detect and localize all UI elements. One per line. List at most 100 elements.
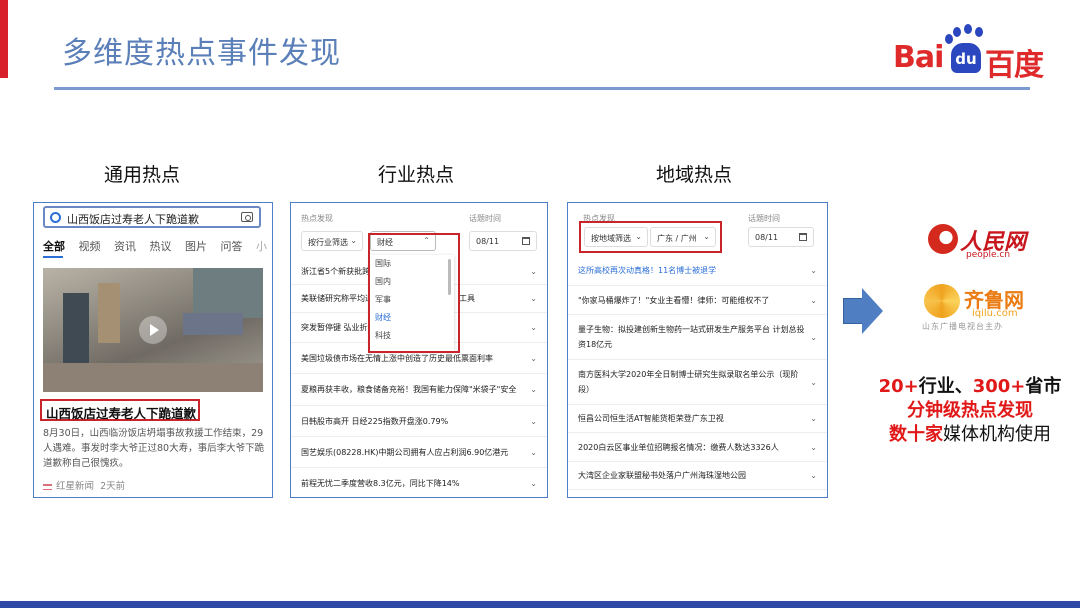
paw-toe-2 bbox=[964, 24, 972, 34]
list-item[interactable]: "你家马桶爆炸了！"女业主看懵！律师：可能维权不了 ⌄ bbox=[568, 286, 827, 315]
region-filter-value: 按地域筛选 bbox=[591, 234, 631, 243]
chevron-down-icon: ⌄ bbox=[810, 442, 817, 452]
thumbnail-ground bbox=[43, 363, 263, 392]
date-picker[interactable]: 08/11 bbox=[469, 231, 537, 251]
list-item[interactable]: 恒昌公司恒生活AT智能货柜荣登广东卫视 ⌄ bbox=[568, 405, 827, 433]
stats-summary: 20+行业、300+省市 分钟级热点发现 数十家媒体机构使用 bbox=[870, 375, 1070, 447]
list-item[interactable]: 这所高校再次动真格！11名博士被退学 ⌄ bbox=[568, 256, 827, 286]
news-source: 红星新闻 2天前 bbox=[43, 478, 125, 492]
logo-text-baidu: 百度 bbox=[985, 48, 1044, 83]
stats-line-1: 20+行业、300+省市 bbox=[878, 376, 1062, 397]
heading-industry: 行业热点 bbox=[378, 164, 455, 186]
news-video-thumbnail[interactable] bbox=[43, 268, 263, 392]
region-select[interactable]: 广东 / 广州 ⌄ bbox=[650, 227, 716, 247]
title-divider bbox=[54, 87, 1030, 90]
stats-line-3: 数十家媒体机构使用 bbox=[889, 424, 1051, 445]
tab-video[interactable]: 视频 bbox=[79, 238, 101, 254]
list-item[interactable]: 大湾区企业家联盟秘书处落户广州海珠湿地公园 ⌄ bbox=[568, 462, 827, 490]
chevron-down-icon: ⌄ bbox=[810, 377, 817, 387]
people-url: people.cn bbox=[966, 250, 1011, 260]
chevron-down-icon: ⌄ bbox=[530, 447, 537, 457]
red-corner-accent bbox=[0, 0, 8, 78]
list-item[interactable]: 国艺娱乐(08228.HK)中期公司拥有人应占利润6.90亿港元 ⌄ bbox=[291, 437, 547, 468]
thumbnail-stretcher bbox=[183, 313, 243, 335]
chevron-down-icon: ⌄ bbox=[810, 332, 817, 342]
thumbnail-building bbox=[193, 268, 263, 318]
play-icon[interactable] bbox=[139, 316, 167, 344]
source-name: 红星新闻 bbox=[56, 481, 95, 492]
chevron-down-icon: ⌄ bbox=[810, 414, 817, 423]
list-item[interactable]: 前程无忧二季度营收8.3亿元，同比下降14% ⌄ bbox=[291, 468, 547, 497]
date-picker[interactable]: 08/11 bbox=[748, 227, 814, 247]
baidu-logo: Bai du 百度 bbox=[893, 24, 1061, 83]
tab-all[interactable]: 全部 bbox=[43, 238, 65, 254]
chevron-down-icon: ⌄ bbox=[810, 471, 817, 480]
chevron-down-icon: ⌄ bbox=[703, 232, 710, 241]
people-emblem-icon bbox=[928, 224, 958, 254]
page-title: 多维度热点事件发现 bbox=[62, 36, 341, 71]
logo-du-paw: du bbox=[951, 43, 981, 73]
logo-text-bai: Bai bbox=[893, 40, 944, 75]
date-value: 08/11 bbox=[755, 233, 779, 242]
general-hotspot-panel: 山西饭店过寿老人下跪道歉 全部 视频 资讯 热议 图片 问答 小 山西饭店过寿老… bbox=[33, 202, 273, 498]
calendar-icon bbox=[522, 237, 530, 245]
chevron-down-icon: ⌄ bbox=[530, 323, 537, 332]
iqilu-subtitle: 山东广播电视台主办 bbox=[922, 322, 1003, 331]
chevron-down-icon: ⌄ bbox=[530, 416, 537, 426]
region-hotspot-list: 这所高校再次动真格！11名博士被退学 ⌄ "你家马桶爆炸了！"女业主看懵！律师：可… bbox=[568, 256, 827, 490]
calendar-icon bbox=[799, 233, 807, 241]
list-item[interactable]: 日韩股市高开 日经225指数开盘涨0.79% ⌄ bbox=[291, 406, 547, 437]
chevron-down-icon: ⌄ bbox=[530, 385, 537, 394]
paw-toe-4 bbox=[945, 34, 953, 44]
search-tabs: 全部 视频 资讯 热议 图片 问答 小 bbox=[43, 238, 268, 254]
list-item[interactable]: 夏粮再获丰收，粮食储备充裕！我国有能力保障"米袋子"安全 ⌄ bbox=[291, 374, 547, 406]
heading-region: 地域热点 bbox=[656, 164, 733, 186]
filter-label: 热点发现 bbox=[301, 214, 333, 223]
industry-filter-select[interactable]: 按行业筛选 ⌄ bbox=[301, 231, 363, 251]
tab-news[interactable]: 资讯 bbox=[114, 238, 136, 254]
iqilu-logo: 齐鲁网 iqilu.com 山东广播电视台主办 bbox=[922, 282, 1052, 332]
arrow-shaft bbox=[843, 298, 863, 324]
source-time: 2天前 bbox=[100, 481, 126, 492]
slide: { "slide": { "title": "多维度热点事件发现", "logo… bbox=[0, 0, 1080, 608]
source-logo-icon bbox=[43, 483, 52, 490]
stats-line-2: 分钟级热点发现 bbox=[907, 400, 1033, 421]
category-highlight-box bbox=[368, 233, 460, 353]
baidu-paw-icon bbox=[50, 212, 61, 223]
camera-icon[interactable] bbox=[241, 212, 253, 222]
active-tab-indicator bbox=[43, 256, 63, 258]
headline-highlight: 山西饭店过寿老人下跪道歉 bbox=[40, 399, 200, 421]
heading-general: 通用热点 bbox=[104, 164, 181, 186]
tab-images[interactable]: 图片 bbox=[185, 238, 207, 254]
news-description: 8月30日，山西临汾饭店坍塌事故救援工作结束，29人遇难。事发时李大爷正过80大… bbox=[43, 428, 265, 469]
right-arrow-icon bbox=[843, 288, 883, 334]
thumbnail-person-2 bbox=[98, 283, 120, 343]
chevron-down-icon: ⌄ bbox=[530, 294, 537, 303]
tab-qa[interactable]: 问答 bbox=[221, 238, 243, 254]
search-value: 山西饭店过寿老人下跪道歉 bbox=[67, 213, 199, 226]
tab-discussion[interactable]: 热议 bbox=[150, 238, 172, 254]
chevron-down-icon: ⌄ bbox=[635, 232, 642, 241]
thumbnail-person-1 bbox=[63, 293, 89, 363]
region-hotspot-panel: 热点发现 话题时间 按地域筛选 ⌄ 广东 / 广州 ⌄ 08/11 这所高校再次… bbox=[567, 202, 828, 498]
tab-more[interactable]: 小 bbox=[256, 238, 267, 254]
list-item[interactable]: 南方医科大学2020年全日制博士研究生拟录取名单公示（现阶段） ⌄ bbox=[568, 360, 827, 405]
time-label: 话题时间 bbox=[748, 214, 780, 223]
list-item[interactable]: 2020白云区事业单位招聘报名情况：缴费人数达3326人 ⌄ bbox=[568, 433, 827, 462]
people-daily-logo: 人民网 people.cn bbox=[922, 220, 1052, 264]
time-label: 话题时间 bbox=[469, 214, 501, 223]
chevron-down-icon: ⌄ bbox=[530, 478, 537, 488]
list-item[interactable]: 量子生物：拟投建创新生物药一站式研发生产服务平台 计划总投资18亿元 ⌄ bbox=[568, 315, 827, 360]
chevron-down-icon: ⌄ bbox=[530, 353, 537, 363]
chevron-down-icon: ⌄ bbox=[810, 266, 817, 275]
arrow-head bbox=[862, 288, 883, 334]
iqilu-url: iqilu.com bbox=[972, 308, 1018, 319]
search-input[interactable]: 山西饭店过寿老人下跪道歉 bbox=[43, 206, 261, 228]
chevron-down-icon: ⌄ bbox=[350, 236, 357, 245]
date-value: 08/11 bbox=[476, 237, 500, 246]
news-headline[interactable]: 山西饭店过寿老人下跪道歉 bbox=[46, 403, 196, 422]
bottom-bar bbox=[0, 601, 1080, 608]
industry-hotspot-panel: 热点发现 话题时间 按行业筛选 ⌄ 财经 ⌃ 08/11 浙江省5个新获批跨境 ⌄… bbox=[290, 202, 548, 498]
region-filter-select[interactable]: 按地域筛选 ⌄ bbox=[584, 227, 648, 247]
industry-filter-value: 按行业筛选 bbox=[308, 238, 348, 247]
